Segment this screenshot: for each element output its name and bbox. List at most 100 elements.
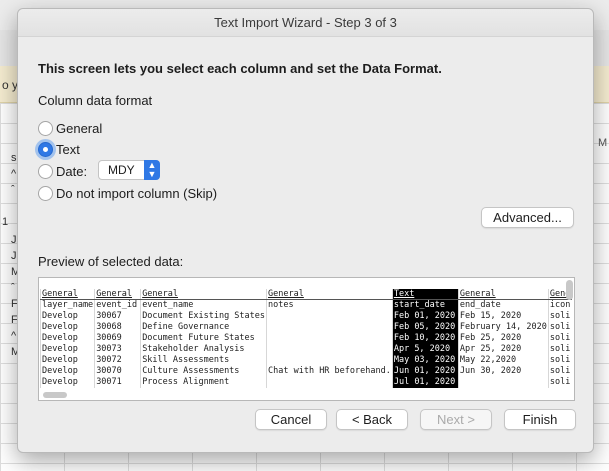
preview-cell: Document Existing States xyxy=(140,311,267,322)
cancel-button[interactable]: Cancel xyxy=(255,409,327,430)
preview-cell: soli xyxy=(547,355,573,366)
grid-cell[interactable]: ^ xyxy=(11,168,16,180)
preview-cell: Develop xyxy=(39,311,95,322)
advanced-button[interactable]: Advanced... xyxy=(481,207,574,228)
radio-text[interactable]: Text xyxy=(38,140,80,158)
finish-button[interactable]: Finish xyxy=(504,409,576,430)
preview-column-header[interactable]: General xyxy=(39,289,95,300)
chevron-updown-icon[interactable]: ▲ ▼ xyxy=(144,160,160,180)
preview-cell: Develop xyxy=(39,377,95,388)
date-format-select[interactable]: MDY ▲ ▼ xyxy=(98,160,160,180)
preview-cell xyxy=(266,311,393,322)
preview-row: Develop 30071 Process Alignment Jul 01, 202… xyxy=(39,377,573,388)
radio-skip[interactable]: Do not import column (Skip) xyxy=(38,184,217,202)
grid-cell[interactable]: ˆ xyxy=(11,184,15,196)
radio-date-label: Date: xyxy=(56,163,88,179)
preview-column-header[interactable]: General xyxy=(457,289,549,300)
column-header-m[interactable]: M xyxy=(598,137,607,149)
preview-cell xyxy=(266,344,393,355)
preview-cell: February 14, 2020 xyxy=(457,322,549,333)
preview-row: Develop 30073 Stakeholder Analysis Apr 5, 2… xyxy=(39,344,573,355)
preview-cell: Culture Assessments xyxy=(140,366,267,377)
preview-cell: Jul 01, 2020 xyxy=(391,377,459,388)
preview-cell: 30073 xyxy=(94,344,141,355)
preview-cell: May 22,2020 xyxy=(457,355,549,366)
radio-general-label: General xyxy=(56,120,103,136)
preview-row: Develop 30067 Document Existing States Feb … xyxy=(39,311,573,322)
preview-header-row[interactable]: General General General General Text General G… xyxy=(39,289,573,300)
preview-cell: 30072 xyxy=(94,355,141,366)
preview-column-header[interactable]: Text xyxy=(391,289,459,300)
preview-body: layer_name event_id event_name notes start_d… xyxy=(39,299,573,388)
preview-cell: Feb 15, 2020 xyxy=(457,311,549,322)
preview-cell xyxy=(266,377,393,388)
preview-cell: Define Governance xyxy=(140,322,267,333)
preview-cell: Chat with HR beforehand. xyxy=(266,366,393,377)
radio-button-icon[interactable] xyxy=(38,163,53,179)
preview-cell: soli xyxy=(547,377,573,388)
preview-cell: icon xyxy=(547,299,573,311)
grid-cell[interactable]: 1 xyxy=(2,216,8,228)
preview-cell: soli xyxy=(547,366,573,377)
preview-cell: notes xyxy=(266,299,393,311)
back-button[interactable]: < Back xyxy=(336,409,408,430)
date-format-value: MDY xyxy=(108,163,135,177)
preview-cell: Feb 05, 2020 xyxy=(391,322,459,333)
preview-cell: soli xyxy=(547,322,573,333)
preview-cell: Apr 5, 2020 xyxy=(391,344,459,355)
preview-cell: Develop xyxy=(39,355,95,366)
vertical-scrollbar[interactable] xyxy=(566,280,573,300)
grid-cell[interactable]: J xyxy=(11,250,17,262)
preview-cell: layer_name xyxy=(39,299,95,311)
preview-cell: Stakeholder Analysis xyxy=(140,344,267,355)
grid-cell[interactable]: s xyxy=(11,152,17,164)
preview-cell: 30067 xyxy=(94,311,141,322)
preview-cell xyxy=(266,333,393,344)
preview-cell xyxy=(266,355,393,366)
preview-cell: end_date xyxy=(457,299,549,311)
preview-cell: event_id xyxy=(94,299,141,311)
next-button[interactable]: Next > xyxy=(420,409,492,430)
preview-cell: Feb 01, 2020 xyxy=(391,311,459,322)
grid-cell[interactable]: ˆ xyxy=(11,282,15,294)
radio-date[interactable]: Date: xyxy=(38,162,87,180)
radio-skip-label: Do not import column (Skip) xyxy=(56,185,218,201)
data-preview-pane[interactable]: General General General General Text General G… xyxy=(38,277,575,401)
radio-button-icon[interactable] xyxy=(38,120,53,136)
preview-cell: 30068 xyxy=(94,322,141,333)
grid-cell[interactable]: J xyxy=(11,234,17,246)
preview-cell: start_date xyxy=(391,299,459,311)
radio-button-icon[interactable] xyxy=(38,185,53,201)
preview-cell: soli xyxy=(547,344,573,355)
preview-row: Develop 30072 Skill Assessments May 03, 202… xyxy=(39,355,573,366)
radio-general[interactable]: General xyxy=(38,119,102,137)
preview-cell: Apr 25, 2020 xyxy=(457,344,549,355)
preview-column-header[interactable]: General xyxy=(94,289,141,300)
preview-cell: 30069 xyxy=(94,333,141,344)
preview-column-header[interactable]: General xyxy=(140,289,267,300)
preview-row: Develop 30070 Culture Assessments Chat with… xyxy=(39,366,573,377)
preview-cell: May 03, 2020 xyxy=(391,355,459,366)
preview-column-header[interactable]: General xyxy=(266,289,393,300)
grid-cell[interactable]: ^ xyxy=(11,330,16,342)
preview-cell: Jun 01, 2020 xyxy=(391,366,459,377)
preview-cell: 30071 xyxy=(94,377,141,388)
preview-table[interactable]: General General General General Text General G… xyxy=(39,289,573,388)
radio-text-label: Text xyxy=(56,141,80,157)
preview-cell: Feb 25, 2020 xyxy=(457,333,549,344)
text-import-wizard-dialog: Text Import Wizard - Step 3 of 3 This sc… xyxy=(17,8,594,453)
preview-cell xyxy=(266,322,393,333)
preview-cell: event_name xyxy=(140,299,267,311)
radio-button-selected-icon[interactable] xyxy=(38,141,53,157)
preview-cell: Develop xyxy=(39,322,95,333)
preview-cell: Develop xyxy=(39,366,95,377)
preview-label: Preview of selected data: xyxy=(38,254,184,269)
horizontal-scrollbar[interactable] xyxy=(43,392,67,398)
preview-cell xyxy=(457,377,549,388)
column-data-format-heading: Column data format xyxy=(38,93,153,108)
preview-cell: Develop xyxy=(39,333,95,344)
preview-cell: soli xyxy=(547,333,573,344)
preview-cell: Jun 30, 2020 xyxy=(457,366,549,377)
preview-row: Develop 30068 Define Governance Feb 05, 202… xyxy=(39,322,573,333)
preview-cell: Feb 10, 2020 xyxy=(391,333,459,344)
